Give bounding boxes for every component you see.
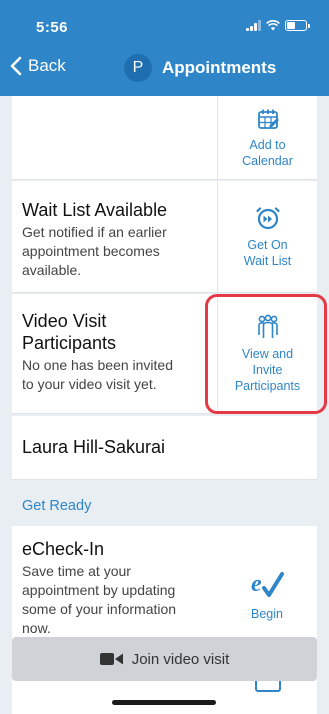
get-on-wait-list-button[interactable]: Get On Wait List (217, 181, 317, 292)
wait-list-text: Wait List Available Get notified if an e… (22, 199, 167, 280)
view-invite-participants-label: View and Invite Participants (234, 346, 301, 393)
top-bar: 5:56 Back P Appointments (0, 0, 329, 96)
signal-icon (246, 20, 261, 31)
page-title: Appointments (162, 58, 277, 77)
video-visit-title: Video Visit Participants (22, 311, 117, 353)
home-indicator (112, 700, 216, 705)
status-time: 5:56 (36, 19, 69, 36)
echeckin-text: eCheck-In Save time at your appointment … (22, 538, 176, 638)
echeckin-title: eCheck-In (22, 539, 105, 559)
wait-list-card: Wait List Available Get notified if an e… (12, 181, 317, 293)
avatar[interactable]: P (124, 54, 152, 82)
join-video-visit-button[interactable]: Join video visit (12, 637, 317, 681)
status-icons (246, 20, 310, 31)
add-to-calendar-label: Add to Calendar (242, 137, 293, 168)
svg-text:e: e (251, 571, 262, 597)
fast-forward-clock-icon (255, 205, 281, 231)
join-video-visit-label: Join video visit (131, 650, 230, 668)
get-ready-section-label: Get Ready (22, 498, 92, 514)
echeckin-description: Save time at your appointment by updatin… (22, 563, 177, 636)
calendar-icon (256, 107, 280, 131)
begin-label: Begin (251, 606, 283, 621)
provider-name: Laura Hill-Sakurai (22, 437, 166, 457)
provider-card[interactable]: Laura Hill-Sakurai (12, 416, 317, 480)
view-invite-participants-button[interactable]: View and Invite Participants (217, 294, 317, 413)
appointment-details: Add to Calendar Wait List Available Get … (0, 96, 329, 714)
chevron-left-icon (10, 56, 22, 76)
calendar-card: Add to Calendar (12, 96, 317, 180)
wait-list-description: Get notified if an earlier appointment b… (22, 224, 167, 278)
battery-icon (285, 20, 310, 31)
video-visit-description: No one has been invited to your video vi… (22, 357, 173, 392)
video-visit-text: Video Visit Participants No one has been… (22, 310, 173, 394)
video-camera-icon (99, 653, 123, 665)
participants-icon (255, 314, 281, 340)
video-visit-participants-card: Video Visit Participants No one has been… (12, 294, 317, 414)
add-to-calendar-button[interactable]: Add to Calendar (217, 96, 317, 179)
echeckin-icon: e (250, 570, 284, 600)
back-label: Back (28, 56, 66, 75)
wifi-icon (266, 20, 280, 31)
wait-list-title: Wait List Available (22, 200, 168, 220)
get-on-wait-list-label: Get On Wait List (243, 237, 292, 268)
back-button[interactable]: Back (10, 56, 66, 76)
